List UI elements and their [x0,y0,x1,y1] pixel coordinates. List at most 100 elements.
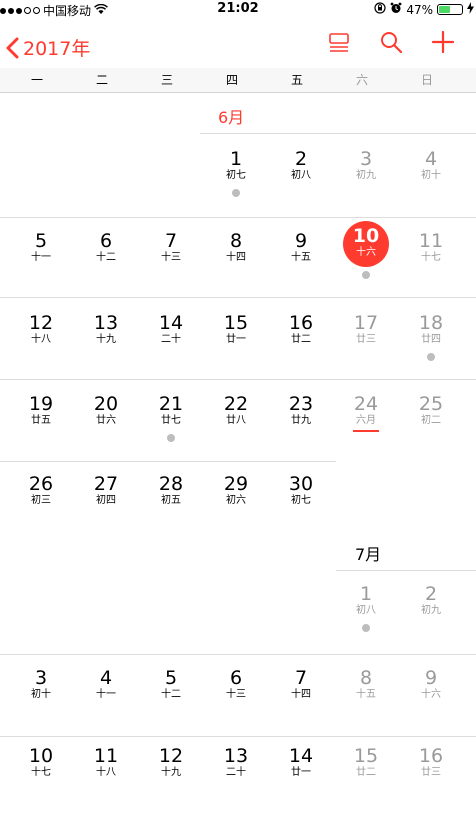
day-number: 16 [288,312,314,334]
day-cell[interactable]: 20 廿六 [74,393,138,463]
day-number: 28 [158,473,184,495]
day-cell[interactable]: 10 十七 [9,745,73,815]
day-number: 30 [288,473,314,495]
lunar-date: 廿二 [291,334,311,345]
event-dot [167,434,175,442]
day-number: 17 [353,312,379,334]
row-divider [0,379,476,380]
lunar-date: 廿九 [291,415,311,426]
day-cell[interactable]: 28 初五 [139,473,203,543]
day-cell[interactable]: 16 廿三 [399,745,463,815]
day-cell[interactable]: 29 初六 [204,473,268,543]
day-cell[interactable]: 30 初七 [269,473,333,543]
lunar-date: 十六 [356,247,376,258]
day-cell[interactable]: 2 初九 [399,583,463,653]
search-icon[interactable] [380,31,403,57]
day-cell[interactable]: 12 十九 [139,745,203,815]
lunar-date: 初五 [161,495,181,506]
lunar-date: 廿六 [96,415,116,426]
day-number: 4 [99,667,113,689]
day-cell[interactable]: 9 十五 [269,230,333,300]
day-cell[interactable]: 7 十三 [139,230,203,300]
back-button[interactable]: 2017年 [6,34,90,61]
weekday-wed: 三 [160,73,173,87]
day-cell[interactable]: 13 十九 [74,312,138,382]
day-cell[interactable]: 1 初八 [334,583,398,653]
lunar-date: 十五 [291,252,311,263]
day-number: 27 [93,473,119,495]
day-cell[interactable]: 19 廿五 [9,393,73,463]
day-cell[interactable]: 8 十四 [204,230,268,300]
lunar-date: 六月 [356,415,376,426]
list-view-icon[interactable] [328,31,350,57]
lunar-date: 廿一 [291,767,311,778]
day-cell[interactable]: 12 十八 [9,312,73,382]
day-number: 8 [229,230,243,252]
day-cell[interactable]: 18 廿四 [399,312,463,382]
day-cell[interactable]: 25 初二 [399,393,463,463]
lunar-date: 十一 [96,689,116,700]
navigation-bar: 2017年 [0,20,476,68]
add-icon[interactable] [431,30,455,57]
day-cell[interactable]: 13 二十 [204,745,268,815]
row-divider [336,570,476,571]
lunar-date: 初七 [291,495,311,506]
day-cell[interactable]: 3 初九 [334,148,398,218]
day-number: 8 [359,667,373,689]
lunar-date: 二十 [226,767,246,778]
day-number: 6 [99,230,113,252]
day-cell[interactable]: 10 十六 [334,221,398,300]
day-number: 1 [229,148,243,170]
row-divider [0,654,476,655]
day-cell[interactable]: 11 十七 [399,230,463,300]
day-cell[interactable]: 6 十二 [74,230,138,300]
day-cell[interactable]: 14 二十 [139,312,203,382]
day-cell[interactable]: 27 初四 [74,473,138,543]
lunar-date: 廿四 [421,334,441,345]
day-number: 25 [418,393,444,415]
day-cell[interactable]: 7 十四 [269,667,333,737]
day-cell[interactable]: 2 初八 [269,148,333,218]
day-cell[interactable]: 11 十八 [74,745,138,815]
day-cell[interactable]: 4 初十 [399,148,463,218]
day-cell[interactable]: 1 初七 [204,148,268,218]
status-bar: 中国移动 21:02 47% [0,0,476,20]
day-number: 24 [353,393,379,415]
day-number: 18 [418,312,444,334]
day-number: 11 [418,230,444,252]
lunar-date: 初八 [356,605,376,616]
day-cell[interactable]: 17 廿三 [334,312,398,382]
lunar-date: 廿一 [226,334,246,345]
lunar-date: 廿三 [421,767,441,778]
day-cell[interactable]: 23 廿九 [269,393,333,463]
lunar-date: 初二 [421,415,441,426]
day-cell[interactable]: 16 廿二 [269,312,333,382]
day-number: 6 [229,667,243,689]
day-cell[interactable]: 26 初三 [9,473,73,543]
weekday-tue: 二 [95,73,108,87]
event-dot [362,271,370,279]
day-cell[interactable]: 9 十六 [399,667,463,737]
lunar-date: 廿三 [356,334,376,345]
day-cell[interactable]: 14 廿一 [269,745,333,815]
lunar-date: 十五 [356,689,376,700]
day-cell[interactable]: 8 十五 [334,667,398,737]
lunar-date: 十九 [161,767,181,778]
day-cell[interactable]: 4 十一 [74,667,138,737]
day-number: 5 [164,667,178,689]
row-divider [0,217,476,218]
day-cell[interactable]: 5 十一 [9,230,73,300]
day-cell[interactable]: 15 廿一 [204,312,268,382]
day-cell[interactable]: 22 廿八 [204,393,268,463]
row-divider [0,736,476,737]
day-cell[interactable]: 3 初十 [9,667,73,737]
lunar-date: 初六 [226,495,246,506]
day-cell[interactable]: 6 十三 [204,667,268,737]
day-cell[interactable]: 5 十二 [139,667,203,737]
day-cell[interactable]: 15 廿二 [334,745,398,815]
month-label: 7月 [355,545,382,564]
day-cell[interactable]: 24 六月 [334,393,398,463]
weekday-header: 一 二 三 四 五 六 日 [0,68,476,93]
day-number: 3 [34,667,48,689]
day-cell[interactable]: 21 廿七 [139,393,203,463]
